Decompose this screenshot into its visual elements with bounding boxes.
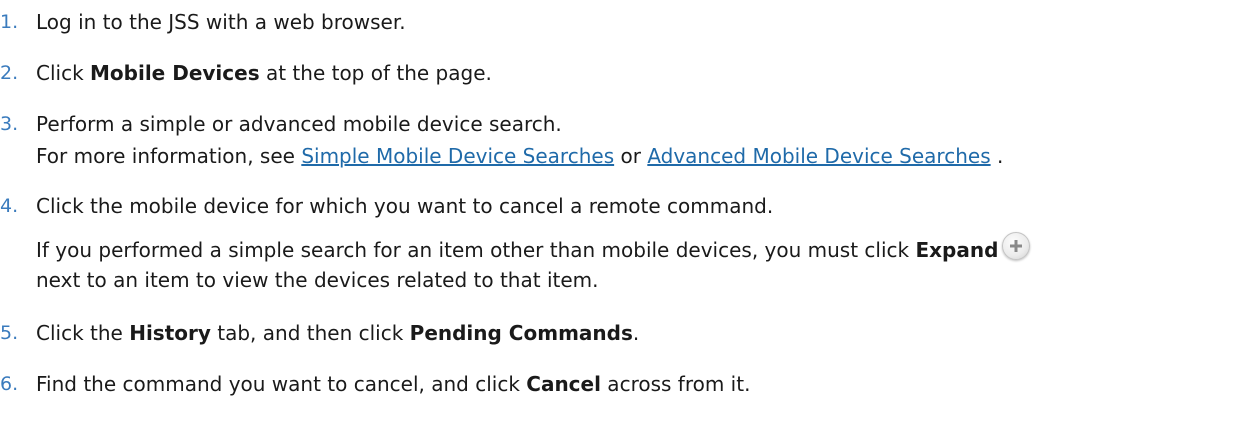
ui-label-history: History <box>129 321 211 345</box>
step-text-part: For more information, see <box>36 144 302 168</box>
step-number: 5. <box>0 322 19 344</box>
step-text: Click Mobile Devices at the top of the p… <box>36 57 492 89</box>
step-number: 6. <box>0 373 19 395</box>
step-paragraph-line2: next to an item to view the devices rela… <box>36 268 599 292</box>
link-advanced-mobile-device-searches[interactable]: Advanced Mobile Device Searches <box>647 144 990 168</box>
ui-label-pending-commands: Pending Commands <box>409 321 633 345</box>
ui-label-mobile-devices: Mobile Devices <box>90 61 260 85</box>
step-text-part: . <box>632 321 640 345</box>
step-text-part: Click <box>36 61 91 85</box>
step-number: 1. <box>0 11 19 33</box>
step-paragraph: If you performed a simple search for an … <box>36 232 1031 266</box>
plus-circle-icon <box>1002 232 1031 260</box>
step-text-part: Find the command you want to cancel, and… <box>36 372 527 396</box>
step-text: Find the command you want to cancel, and… <box>36 368 750 400</box>
step-number: 4. <box>0 195 19 217</box>
step-text: Log in to the JSS with a web browser. <box>36 10 406 34</box>
step-text-part: tab, and then click <box>210 321 410 345</box>
step-text-part: If you performed a simple search for an … <box>36 238 916 262</box>
step-text-part: at the top of the page. <box>259 61 492 85</box>
step-text-part: or <box>614 144 648 168</box>
step-note: For more information, see Simple Mobile … <box>36 140 1003 172</box>
step-text: Click the History tab, and then click Pe… <box>36 317 639 349</box>
step-number: 2. <box>0 62 19 84</box>
link-simple-mobile-device-searches[interactable]: Simple Mobile Device Searches <box>301 144 614 168</box>
step-text-part: Click the <box>36 321 130 345</box>
step-number: 3. <box>0 113 19 135</box>
ui-label-expand: Expand <box>915 238 999 262</box>
step-text: Click the mobile device for which you wa… <box>36 194 774 218</box>
step-text-part: across from it. <box>600 372 751 396</box>
step-text-part: . <box>990 144 1004 168</box>
ui-label-cancel: Cancel <box>526 372 601 396</box>
step-text: Perform a simple or advanced mobile devi… <box>36 112 562 136</box>
